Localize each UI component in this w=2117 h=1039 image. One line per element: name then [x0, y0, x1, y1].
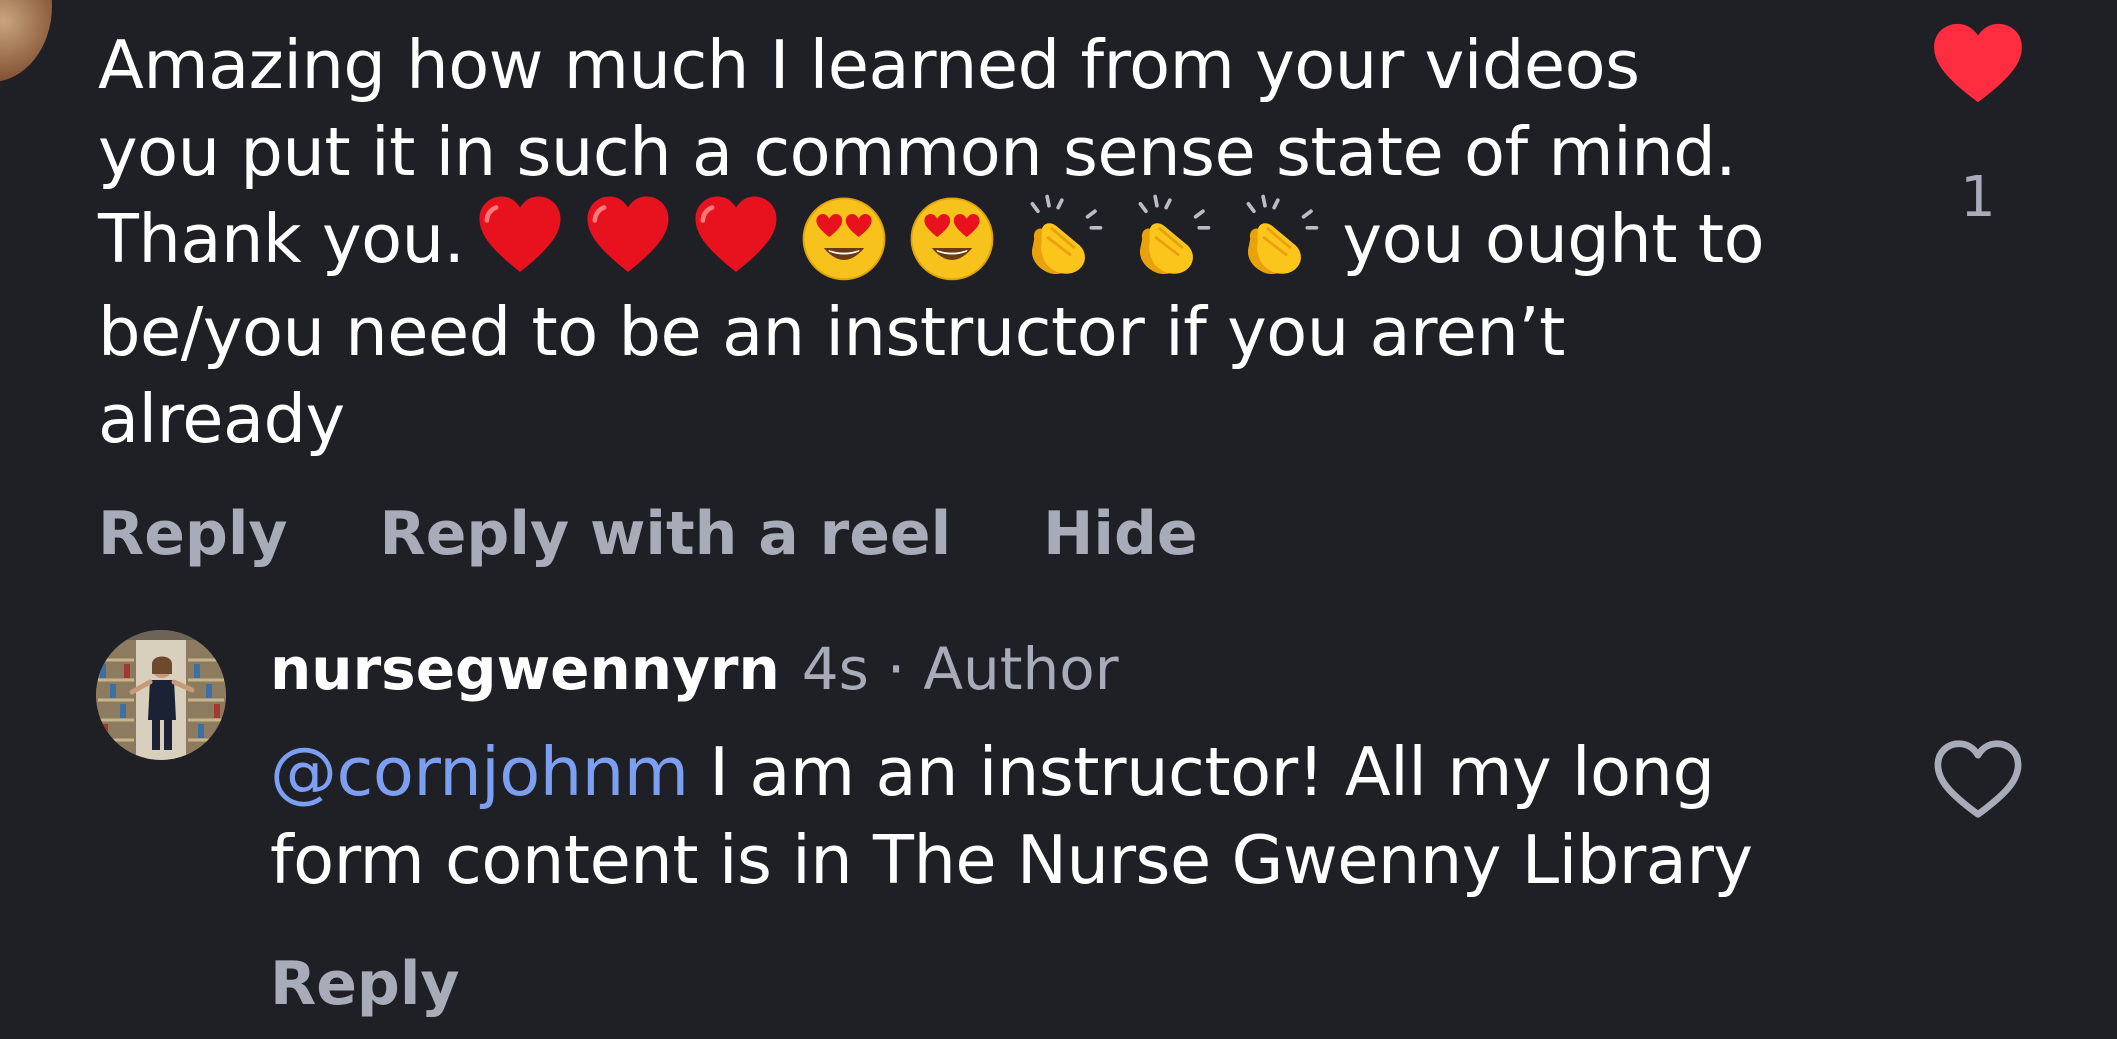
heart-outline-icon: [1934, 740, 2022, 818]
clapping-hands-icon: [1014, 191, 1106, 283]
comment-line-4: be/you need to be an instructor if you a…: [98, 293, 1565, 372]
red-heart-icon: [474, 191, 566, 283]
author-avatar[interactable]: [96, 630, 226, 760]
reply-line-1: I am an instructor! All my long: [709, 733, 1715, 811]
commenter-avatar[interactable]: [0, 0, 52, 82]
clapping-hands-icon: [1230, 191, 1322, 283]
author-badge: Author: [923, 635, 1119, 703]
comment-line-1: Amazing how much I learned from your vid…: [98, 26, 1640, 104]
red-heart-icon: [690, 191, 782, 283]
comment-line-5: already: [98, 380, 345, 459]
comment-actions: Reply Reply with a reel Hide: [98, 498, 1290, 570]
reply-text: @cornjohnm I am an instructor! All my lo…: [270, 728, 1850, 904]
emoji-row: [474, 191, 1322, 283]
heart-filled-icon: [1934, 23, 2022, 103]
comment-line-3-start: Thank you.: [98, 200, 465, 278]
reply-like-button[interactable]: [1930, 738, 2026, 822]
reply-line-2: form content is in The Nurse Gwenny Libr…: [270, 821, 1753, 899]
heart-eyes-icon: [906, 191, 998, 283]
reply-header: nursegwennyrn 4s · Author: [270, 632, 1119, 706]
comments-panel: Amazing how much I learned from your vid…: [0, 0, 2117, 1039]
reply-to-reply-button[interactable]: Reply: [270, 948, 460, 1020]
reply-username[interactable]: nursegwennyrn: [270, 635, 780, 703]
mention-link[interactable]: @cornjohnm: [270, 733, 689, 811]
like-count: 1: [1960, 165, 1996, 230]
heart-eyes-icon: [798, 191, 890, 283]
reply-separator: ·: [886, 635, 906, 703]
hide-button[interactable]: Hide: [1043, 498, 1197, 570]
comment-line-2: you put it in such a common sense state …: [98, 113, 1737, 191]
comment-text: Amazing how much I learned from your vid…: [98, 22, 1858, 463]
like-button[interactable]: [1930, 22, 2026, 106]
reply-with-reel-button[interactable]: Reply with a reel: [380, 498, 952, 570]
clapping-hands-icon: [1122, 191, 1214, 283]
reply-timestamp: 4s: [801, 635, 869, 703]
reply-button[interactable]: Reply: [98, 498, 288, 570]
red-heart-icon: [582, 191, 674, 283]
comment-line-3-end: you ought to: [1342, 200, 1765, 278]
